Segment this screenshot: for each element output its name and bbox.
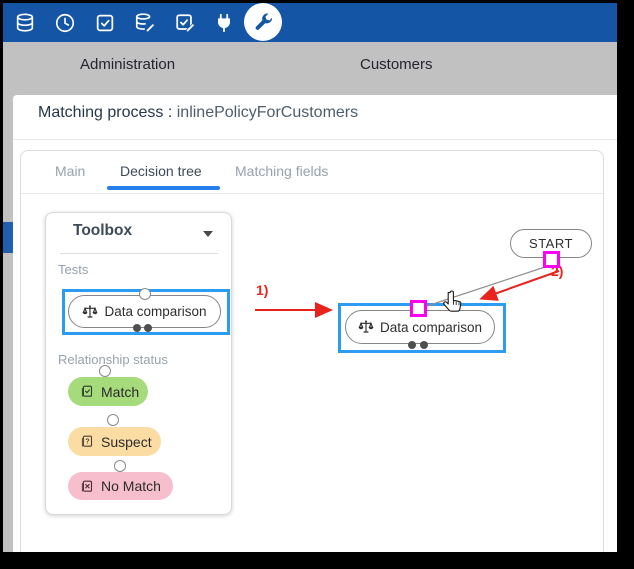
toolbox-dc-output-dot-left (133, 324, 141, 332)
database-edit-icon[interactable] (134, 12, 156, 34)
tasks-icon[interactable] (94, 12, 116, 34)
collapse-caret-icon[interactable] (203, 231, 213, 237)
form-edit-icon[interactable] (174, 12, 196, 34)
page-title-prefix: Matching process : (38, 104, 172, 121)
tab-decision-tree[interactable]: Decision tree (120, 163, 202, 179)
no-match-record-icon (79, 479, 94, 494)
toolbox-title: Toolbox (73, 222, 132, 240)
suspect-record-icon: ? (79, 434, 94, 449)
toolbox-no-match-node[interactable]: No Match (68, 472, 173, 500)
page-title: Matching process : inlinePolicyForCustom… (38, 104, 358, 122)
canvas-data-comparison-node[interactable]: Data comparison (345, 310, 495, 344)
relationship-section-label: Relationship status (58, 352, 168, 367)
scale-icon (358, 319, 374, 335)
toolbox-match-node[interactable]: Match (68, 377, 148, 406)
start-node-label: START (529, 236, 573, 251)
breadcrumb-bar: Administration Customers (3, 42, 617, 88)
toolbox-data-comparison-label: Data comparison (104, 304, 206, 319)
canvas-data-comparison-label: Data comparison (380, 320, 482, 335)
toolbox-dc-output-dot-right (144, 324, 152, 332)
suspect-label: Suspect (101, 434, 152, 450)
annotation-step-2: 2) (551, 263, 563, 279)
tab-row-divider (21, 193, 603, 194)
left-strip-blue-indicator (3, 222, 13, 253)
canvas-dc-output-dot-right (420, 341, 428, 349)
clock-icon[interactable] (54, 12, 76, 34)
active-tab-underline (107, 186, 220, 190)
breadcrumb-administration[interactable]: Administration (80, 56, 175, 73)
tab-main[interactable]: Main (55, 163, 85, 179)
match-label: Match (101, 384, 139, 400)
toolbox-divider (60, 253, 218, 254)
plug-icon[interactable] (213, 12, 235, 34)
svg-text:?: ? (85, 439, 89, 446)
scale-icon (82, 304, 98, 320)
breadcrumb-customers[interactable]: Customers (360, 56, 433, 73)
canvas-start-node[interactable]: START (510, 229, 592, 258)
database-icon[interactable] (14, 12, 36, 34)
no-match-label: No Match (101, 478, 161, 494)
tests-section-label: Tests (58, 262, 88, 277)
toolbox-dc-input-port[interactable] (139, 288, 151, 300)
toolbox-suspect-node[interactable]: ? Suspect (68, 427, 161, 456)
canvas-dc-output-dot-left (408, 341, 416, 349)
no-match-input-port[interactable] (114, 460, 126, 472)
suspect-input-port[interactable] (107, 414, 119, 426)
wrench-icon (252, 11, 274, 33)
match-record-icon (79, 384, 94, 399)
title-divider (13, 139, 617, 140)
top-navigation-bar (3, 3, 617, 42)
policy-name: inlinePolicyForCustomers (177, 104, 358, 121)
wrench-tool-active-button[interactable] (244, 3, 282, 41)
tab-matching-fields[interactable]: Matching fields (235, 163, 328, 179)
app-window: Administration Customers Matching proces… (3, 3, 617, 552)
annotation-step-1: 1) (256, 282, 268, 298)
match-input-port[interactable] (99, 365, 111, 377)
